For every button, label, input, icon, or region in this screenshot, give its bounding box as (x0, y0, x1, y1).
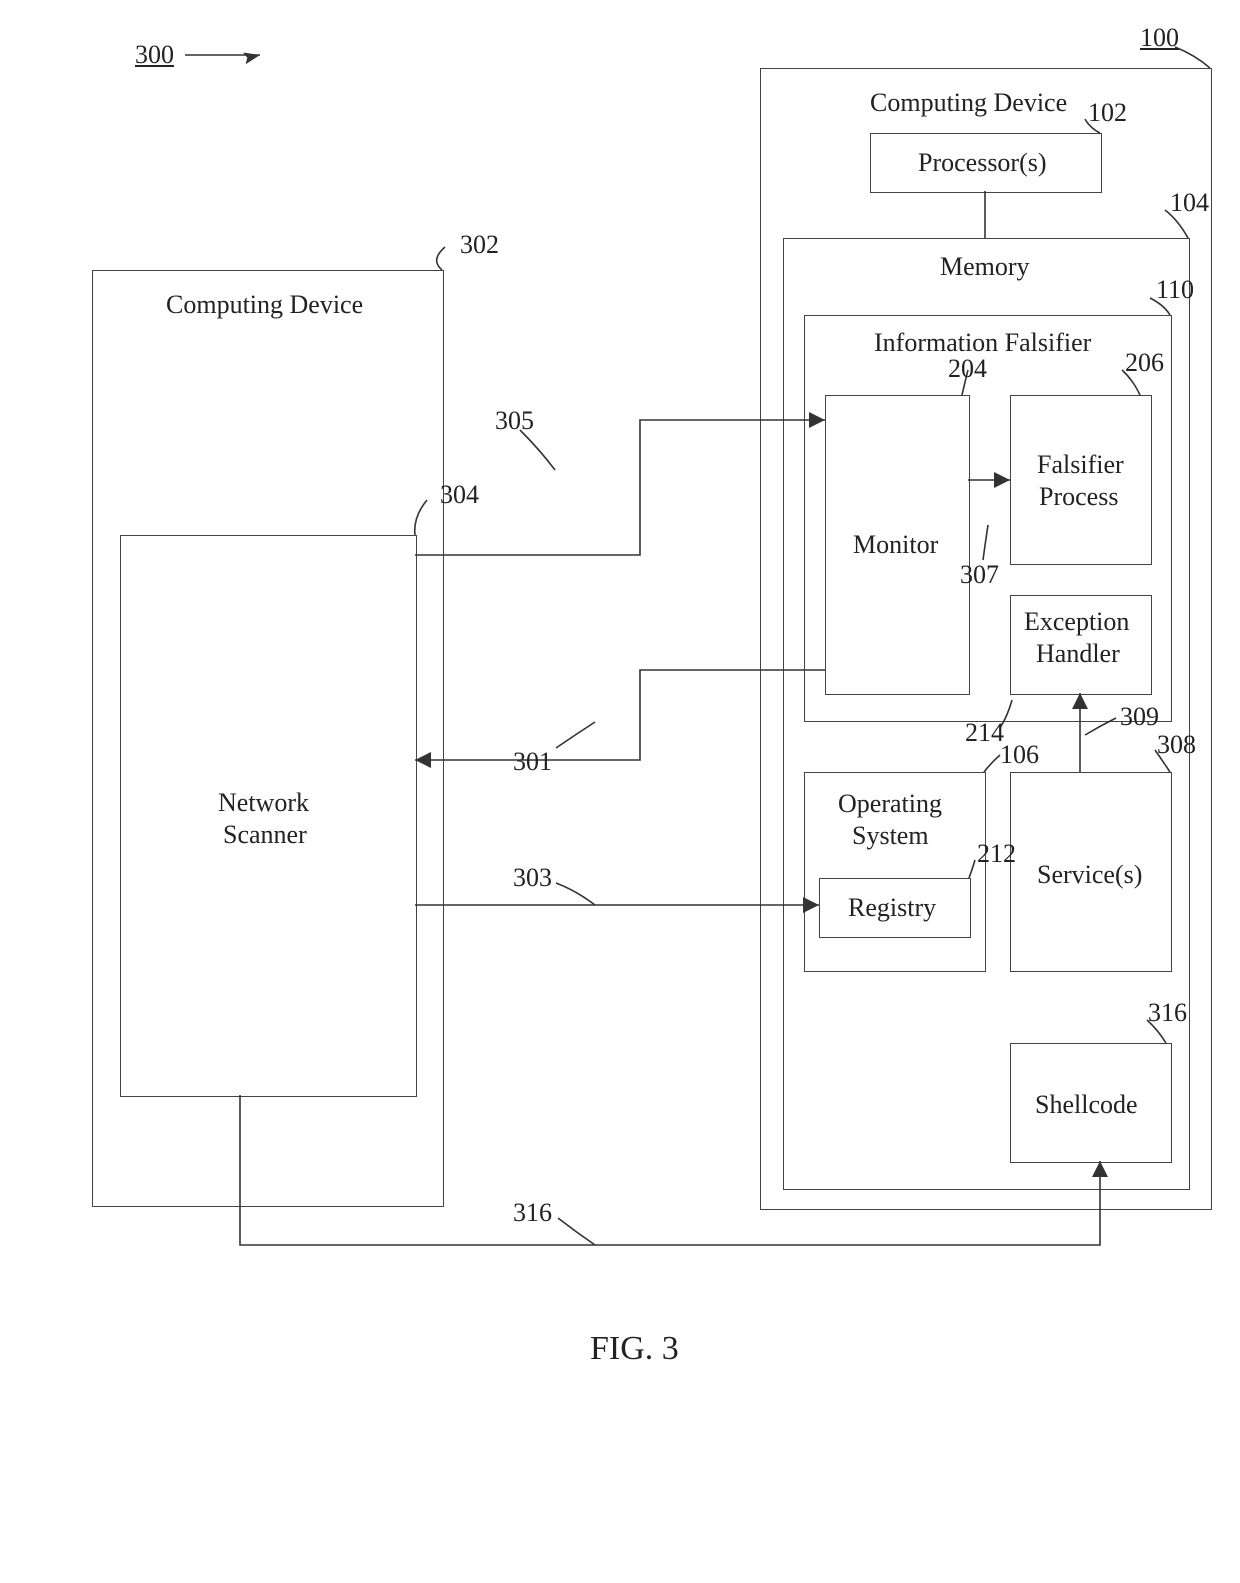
figure-label: FIG. 3 (590, 1330, 679, 1368)
ref-204: 204 (948, 354, 987, 384)
ref-106: 106 (1000, 740, 1039, 770)
ref-309: 309 (1120, 702, 1159, 732)
ref-303: 303 (513, 863, 552, 893)
diagram-stage: Computing Device Processor(s) Memory Inf… (0, 0, 1240, 1583)
ref-307: 307 (960, 560, 999, 590)
ref-214: 214 (965, 718, 1004, 748)
ref-305: 305 (495, 406, 534, 436)
ref-316a: 316 (513, 1198, 552, 1228)
ref-100: 100 (1140, 23, 1179, 53)
ref-104: 104 (1170, 188, 1209, 218)
ref-300: 300 (135, 40, 174, 70)
ref-304: 304 (440, 480, 479, 510)
ref-301: 301 (513, 747, 552, 777)
ref-308: 308 (1157, 730, 1196, 760)
ref-316b: 316 (1148, 998, 1187, 1028)
ref-110: 110 (1156, 275, 1194, 305)
ref-206: 206 (1125, 348, 1164, 378)
ref-102: 102 (1088, 98, 1127, 128)
ref-302: 302 (460, 230, 499, 260)
ref-212: 212 (977, 839, 1016, 869)
